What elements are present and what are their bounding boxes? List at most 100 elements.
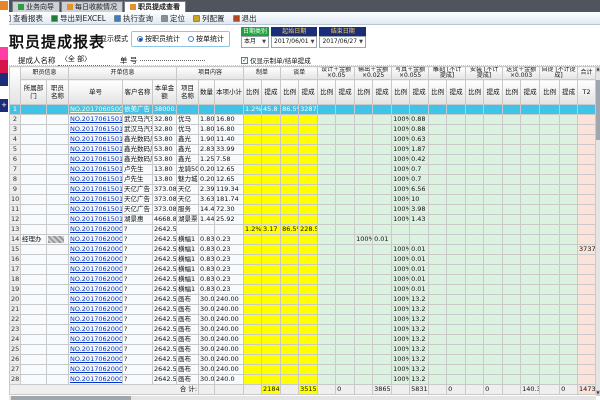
table-row[interactable]: 12NO.20170615017湖景惠4668.8湖景票1.4425.92100… xyxy=(10,215,596,225)
dock-tile[interactable] xyxy=(0,73,8,86)
scrollbar-thumb[interactable] xyxy=(11,396,131,400)
order-link[interactable]: NO.20170620001 xyxy=(70,375,123,383)
date-filter-select[interactable]: 2017/06/01▼ xyxy=(271,36,317,48)
person-input[interactable]: 〈全 部〉 xyxy=(58,54,110,66)
table-row[interactable]: 11NO.20170615015天亿广告373.08服务14.4672.3010… xyxy=(10,205,596,215)
commission-cell xyxy=(262,195,281,205)
commission-cell xyxy=(299,115,318,125)
column-header-t2: T2 xyxy=(578,80,596,105)
toolbar-button[interactable]: 导出到EXCEL xyxy=(51,13,106,24)
order-link[interactable]: NO.20170615012 xyxy=(70,155,123,163)
order-link[interactable]: NO.20170620001 xyxy=(70,235,123,243)
dock-tile[interactable] xyxy=(0,1,8,10)
table-row[interactable]: 23NO.20170620001?2642.5画布30.00240.00100%… xyxy=(10,325,596,335)
toolbar-button[interactable]: 查看报表 xyxy=(4,13,43,24)
table-row[interactable]: 3NO.20170615011武汉马汽车服务有32.80优马1.8016.801… xyxy=(10,125,596,135)
order-link[interactable]: NO.20170615015 xyxy=(70,205,123,213)
order-link[interactable]: NO.20170620001 xyxy=(70,305,123,313)
table-row[interactable]: 10NO.20170615015天亿广告373.08天亿3.63181.7410… xyxy=(10,195,596,205)
tab-2[interactable]: 每日收款情况 xyxy=(61,1,123,12)
order-link[interactable]: NO.20170620001 xyxy=(70,285,123,293)
scroll-down-icon[interactable]: ▼ xyxy=(596,390,600,396)
order-link[interactable]: NO.20170620001 xyxy=(70,295,123,303)
dock-tile[interactable] xyxy=(0,60,8,73)
order-link[interactable]: NO.20170620001 xyxy=(70,325,123,333)
table-row[interactable]: 14经理办NO.20170620001?2642.5横幅10.830.23100… xyxy=(10,235,596,245)
order-link[interactable]: NO.20170620001 xyxy=(70,355,123,363)
order-link[interactable]: NO.20170620001 xyxy=(70,315,123,323)
vertical-scrollbar[interactable]: ▲ ▼ xyxy=(596,66,600,396)
radio-icon[interactable] xyxy=(137,36,143,42)
table-row[interactable]: 19NO.20170620001?2642.5横幅10.830.23100%0.… xyxy=(10,285,596,295)
scroll-up-icon[interactable]: ▲ xyxy=(596,66,600,72)
tab-1[interactable]: 业务向导 xyxy=(12,1,60,12)
table-row[interactable]: 15NO.20170620001?2642.5横幅10.830.23100%0.… xyxy=(10,245,596,255)
table-row[interactable]: 8NO.20170615014卢先生13.80魅力城0.2012.65100%0… xyxy=(10,175,596,185)
order-link[interactable]: NO.20170620001 xyxy=(70,255,123,263)
date-filter-select[interactable]: 2017/06/27▼ xyxy=(319,36,365,48)
order-link[interactable]: NO.20170615015 xyxy=(70,185,123,193)
order-link[interactable]: NO.20170615011 xyxy=(70,115,123,123)
table-row[interactable]: 13NO.20170620001?2642.51.2‰3.1786.5‰228.… xyxy=(10,225,596,235)
table-row[interactable]: 28NO.20170620001?2642.5画布30.00240.0100%1… xyxy=(10,375,596,385)
horizontal-scrollbar[interactable] xyxy=(9,396,596,400)
order-link[interactable]: NO.20170615013 xyxy=(70,165,123,173)
table-row[interactable]: 27NO.20170620001?2642.5画布30.00240.00100%… xyxy=(10,365,596,375)
table-row[interactable]: 2NO.20170615011武汉马汽车服务有32.80优马1.8016.801… xyxy=(10,115,596,125)
order-link[interactable]: NO.20170620001 xyxy=(70,245,123,253)
radio-icon[interactable] xyxy=(188,36,194,42)
table-row[interactable]: 25NO.20170620001?2642.5画布30.00240.00100%… xyxy=(10,345,596,355)
order-no-input[interactable] xyxy=(140,59,205,61)
dock-tile[interactable] xyxy=(0,47,8,60)
ratio-cell xyxy=(244,235,262,245)
order-link[interactable]: NO.20170620001 xyxy=(70,365,123,373)
order-link[interactable]: NO.20170620001 xyxy=(70,275,123,283)
table-row[interactable]: 18NO.20170620001?2642.5横幅10.830.23100%0.… xyxy=(10,275,596,285)
row-number: 28 xyxy=(10,375,21,385)
table-row[interactable]: 5NO.20170615012鑫光数码广告53.80鑫光2.8333.99100… xyxy=(10,145,596,155)
totals-value xyxy=(244,385,262,395)
table-row[interactable]: 26NO.20170620001?2642.5画布30.00240.00100%… xyxy=(10,355,596,365)
dock-tile[interactable]: + xyxy=(0,99,8,112)
order-link[interactable]: NO.20170615011 xyxy=(70,125,123,133)
mode-option[interactable]: 按职员统计 xyxy=(137,34,180,44)
only-make-settle-filter[interactable]: 仅显示制单/结单提成 xyxy=(241,55,311,65)
ratio-cell xyxy=(503,335,521,345)
table-row[interactable]: 21NO.20170620001?2642.5画布30.00240.00100%… xyxy=(10,305,596,315)
toolbar-button[interactable]: 定位 xyxy=(161,13,185,24)
commission-cell xyxy=(262,305,281,315)
display-mode-label: 显示模式 xyxy=(100,34,128,44)
table-row[interactable]: 6NO.20170615012鑫光数码广告53.80鑫光1.257.58100%… xyxy=(10,155,596,165)
checkbox-icon[interactable] xyxy=(241,57,248,64)
table-row[interactable]: 1NO.201706050011依美广告38000.1.2‰45.886.5‰3… xyxy=(10,105,596,115)
order-link[interactable]: NO.20170620001 xyxy=(70,345,123,353)
order-link[interactable]: NO.20170615012 xyxy=(70,135,123,143)
order-link[interactable]: NO.20170620001 xyxy=(70,335,123,343)
order-link[interactable]: NO.20170615017 xyxy=(70,215,123,223)
toolbar-button[interactable]: 列配置 xyxy=(193,13,225,24)
order-link[interactable]: NO.20170620001 xyxy=(70,225,123,233)
date-filter-select[interactable]: 本月▼ xyxy=(241,36,269,48)
table-row[interactable]: 17NO.20170620001?2642.5横幅10.830.23100%0.… xyxy=(10,265,596,275)
exit-button[interactable]: 退出 xyxy=(233,13,257,24)
table-row[interactable]: 22NO.20170620001?2642.5画布30.00240.00100%… xyxy=(10,315,596,325)
t2-cell xyxy=(578,195,596,205)
table-row[interactable]: 9NO.20170615015天亿广告373.08天亿2.39119.34100… xyxy=(10,185,596,195)
table-row[interactable]: 16NO.20170620001?2642.5横幅10.830.23100%0.… xyxy=(10,255,596,265)
table-row[interactable]: 24NO.20170620001?2642.5画布30.00240.00100%… xyxy=(10,335,596,345)
tab-3[interactable]: 职员提成查看 xyxy=(124,1,186,12)
table-row[interactable]: 7NO.20170615013卢先生13.80龙骑500x50x80.2012.… xyxy=(10,165,596,175)
toolbar-button[interactable]: 执行查询 xyxy=(114,13,153,24)
table-row[interactable]: 4NO.20170615012鑫光数码广告53.80鑫光1.9011.40100… xyxy=(10,135,596,145)
order-link[interactable]: NO.20170620001 xyxy=(70,265,123,273)
scrollbar-thumb[interactable] xyxy=(596,80,600,140)
order-link[interactable]: NO.201706050011 xyxy=(70,105,123,113)
order-link[interactable]: NO.20170615014 xyxy=(70,175,123,183)
ratio-cell xyxy=(281,115,299,125)
ratio-cell xyxy=(540,245,560,255)
order-link[interactable]: NO.20170615015 xyxy=(70,195,123,203)
mode-option[interactable]: 按单统计 xyxy=(188,34,224,44)
order-link[interactable]: NO.20170615012 xyxy=(70,145,123,153)
table-row[interactable]: 20NO.20170620001?2642.5画布30.00240.00100%… xyxy=(10,295,596,305)
commission-cell xyxy=(447,235,466,245)
